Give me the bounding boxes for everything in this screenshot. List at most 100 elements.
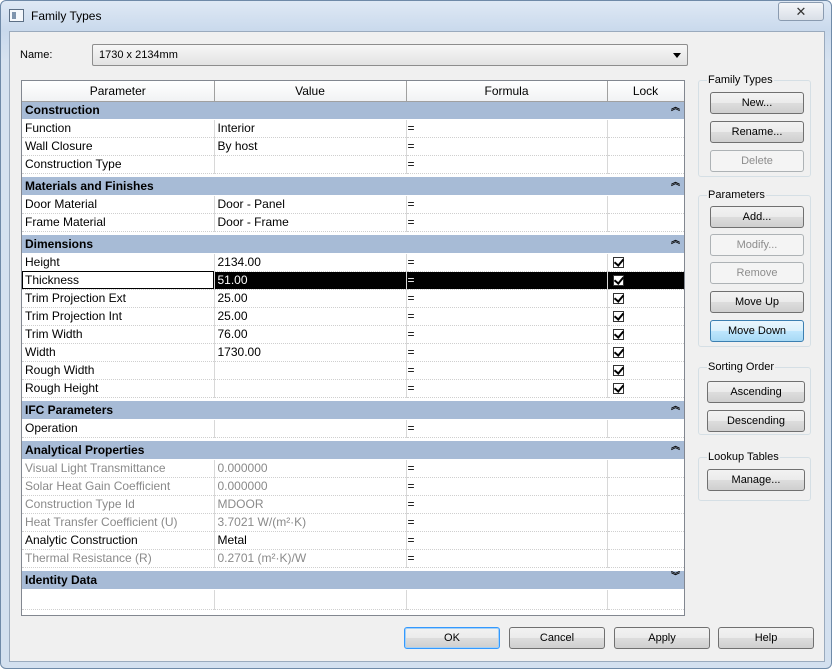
parameter-row[interactable]: Rough Height = [22,379,684,398]
parameter-lock-cell[interactable] [607,379,684,398]
parameter-value-cell[interactable]: By host [214,137,407,156]
group-header-row[interactable]: Dimensions ︽ [22,235,684,254]
parameter-lock-cell[interactable] [607,513,684,532]
parameter-row[interactable]: Trim Projection Int 25.00 = [22,307,684,326]
parameter-formula-cell[interactable]: = [406,477,608,496]
parameter-formula-cell[interactable]: = [406,513,608,532]
parameter-name-cell[interactable]: Trim Width [22,325,215,344]
parameter-lock-cell[interactable] [607,307,684,326]
parameter-formula-cell[interactable]: = [406,137,608,156]
lock-checkbox[interactable] [612,383,624,395]
parameter-value-cell[interactable]: MDOOR [214,495,407,514]
parameter-row[interactable]: Solar Heat Gain Coefficient 0.000000 = [22,477,684,496]
parameter-value-cell[interactable]: 3.7021 W/(m²·K) [214,513,407,532]
parameter-formula-cell[interactable]: = [406,119,608,138]
move-up-button[interactable]: Move Up [710,291,804,313]
parameter-value-cell[interactable] [214,419,407,438]
parameter-lock-cell[interactable] [607,459,684,478]
parameter-value-cell[interactable] [214,155,407,174]
descending-button[interactable]: Descending [707,410,805,432]
parameter-row[interactable]: Visual Light Transmittance 0.000000 = [22,459,684,478]
parameter-name-cell[interactable]: Heat Transfer Coefficient (U) [22,513,215,532]
delete-type-button[interactable]: Delete [710,150,804,172]
parameter-lock-cell[interactable] [607,213,684,232]
group-header[interactable]: Identity Data ︾ [22,571,684,590]
ascending-button[interactable]: Ascending [707,381,805,403]
parameter-value-cell[interactable]: 0.2701 (m²·K)/W [214,549,407,568]
parameter-lock-cell[interactable] [607,419,684,438]
parameter-formula-cell[interactable]: = [406,549,608,568]
parameter-value-cell[interactable]: 0.000000 [214,477,407,496]
parameter-lock-cell[interactable] [607,253,684,272]
rename-type-button[interactable]: Rename... [710,121,804,143]
parameter-lock-cell[interactable] [607,155,684,174]
parameter-name-cell[interactable]: Frame Material [22,213,215,232]
parameter-value-cell[interactable]: 2134.00 [214,253,407,272]
parameter-value-cell[interactable] [214,379,407,398]
parameter-lock-cell[interactable] [607,289,684,308]
parameter-name-cell[interactable]: Analytic Construction [22,531,215,550]
group-header[interactable]: Construction ︽ [22,101,684,120]
parameter-name-cell[interactable]: Construction Type Id [22,495,215,514]
parameter-value-cell[interactable]: Metal [214,531,407,550]
lock-checkbox[interactable] [612,311,624,323]
parameter-row[interactable]: Wall Closure By host = [22,137,684,156]
parameter-lock-cell[interactable] [607,361,684,380]
parameter-value-cell[interactable]: 0.000000 [214,459,407,478]
collapse-chevron-icon[interactable]: ︽ [671,442,680,451]
parameter-row[interactable]: Thermal Resistance (R) 0.2701 (m²·K)/W = [22,549,684,568]
parameter-row[interactable]: Width 1730.00 = [22,343,684,362]
lock-checkbox[interactable] [612,293,624,305]
parameter-row[interactable]: Trim Width 76.00 = [22,325,684,344]
parameter-formula-cell[interactable]: = [406,459,608,478]
group-header-row[interactable]: Materials and Finishes ︽ [22,177,684,196]
group-header[interactable]: IFC Parameters ︽ [22,401,684,420]
parameter-value-cell[interactable]: 51.00 [214,271,407,290]
lock-checkbox[interactable] [612,257,624,269]
name-dropdown[interactable]: 1730 x 2134mm [92,44,688,66]
parameter-lock-cell[interactable] [607,271,684,290]
parameter-formula-cell[interactable]: = [406,531,608,550]
parameter-value-cell[interactable]: 25.00 [214,307,407,326]
parameter-row[interactable]: Construction Type = [22,155,684,174]
parameter-formula-cell[interactable]: = [406,307,608,326]
parameter-formula-cell[interactable]: = [406,361,608,380]
parameter-row[interactable]: Heat Transfer Coefficient (U) 3.7021 W/(m… [22,513,684,532]
lock-checkbox[interactable] [612,365,624,377]
collapse-chevron-icon[interactable]: ︽ [671,102,680,111]
remove-parameter-button[interactable]: Remove [710,262,804,284]
group-header-row[interactable]: IFC Parameters ︽ [22,401,684,420]
collapse-chevron-icon[interactable]: ︽ [671,178,680,187]
group-header-row[interactable]: Analytical Properties ︽ [22,441,684,460]
close-button[interactable]: ✕ [778,2,824,21]
parameter-formula-cell[interactable]: = [406,213,608,232]
title-bar[interactable]: Family Types ✕ [1,1,831,31]
parameter-name-cell[interactable]: Trim Projection Ext [22,289,215,308]
column-header-formula[interactable]: Formula [406,81,608,102]
parameter-row[interactable]: Thickness 51.00 = [22,271,684,290]
parameter-formula-cell[interactable]: = [406,155,608,174]
parameter-value-cell[interactable]: 25.00 [214,289,407,308]
parameter-lock-cell[interactable] [607,343,684,362]
parameter-name-cell[interactable]: Operation [22,419,215,438]
parameter-lock-cell[interactable] [607,495,684,514]
parameter-row[interactable]: Construction Type Id MDOOR = [22,495,684,514]
parameter-formula-cell[interactable]: = [406,495,608,514]
parameter-value-cell[interactable]: 76.00 [214,325,407,344]
group-header-row[interactable]: Construction ︽ [22,101,684,120]
parameter-name-cell[interactable]: Door Material [22,195,215,214]
cancel-button[interactable]: Cancel [509,627,605,649]
parameter-lock-cell[interactable] [607,477,684,496]
parameter-name-cell[interactable]: Solar Heat Gain Coefficient [22,477,215,496]
column-header-value[interactable]: Value [214,81,407,102]
parameter-formula-cell[interactable]: = [406,379,608,398]
parameter-value-cell[interactable] [214,361,407,380]
parameter-lock-cell[interactable] [607,325,684,344]
parameter-formula-cell[interactable]: = [406,343,608,362]
modify-parameter-button[interactable]: Modify... [710,234,804,256]
column-header-lock[interactable]: Lock [607,81,684,102]
parameter-formula-cell[interactable]: = [406,419,608,438]
parameter-lock-cell[interactable] [607,531,684,550]
lock-checkbox[interactable] [612,347,624,359]
parameter-name-cell[interactable]: Rough Height [22,379,215,398]
